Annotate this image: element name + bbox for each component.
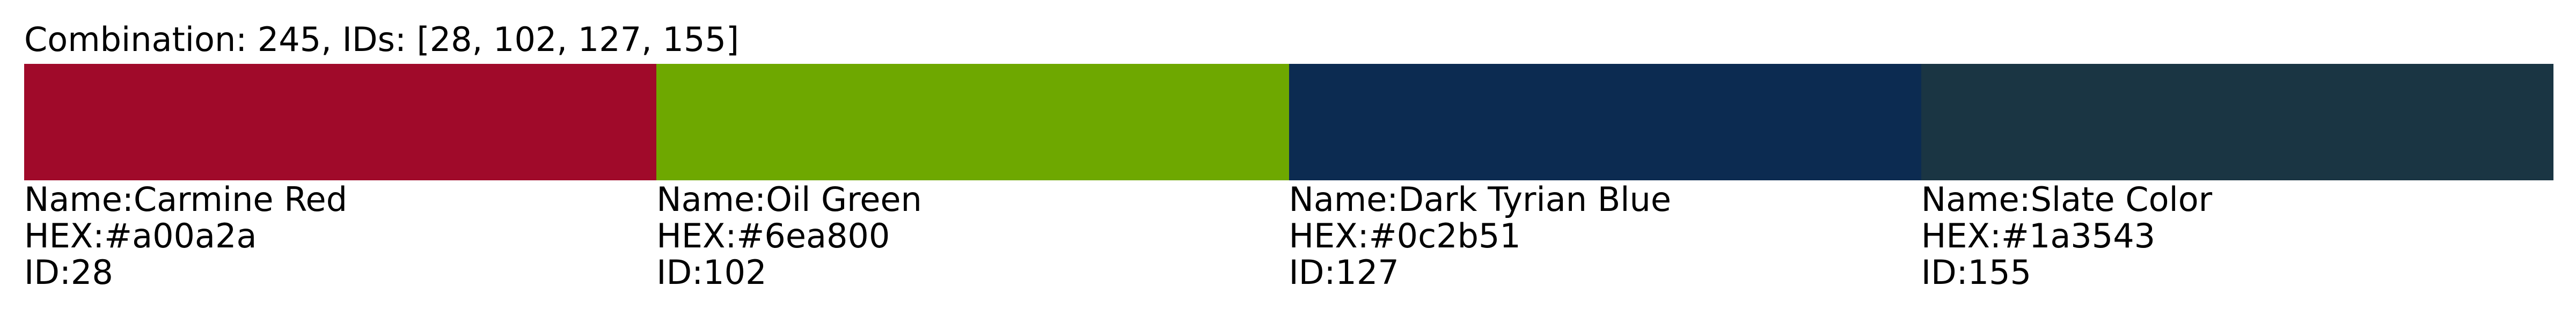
hex-label: HEX: xyxy=(1921,216,2001,255)
title-ids-label: , IDs: xyxy=(321,20,417,59)
color-id-value: 127 xyxy=(1335,253,1399,292)
color-id-value: 155 xyxy=(1967,253,2032,292)
color-id-line: ID: 102 xyxy=(656,254,1289,291)
color-info-1: Name: Carmine Red HEX: #a00a2a ID: 28 xyxy=(24,181,656,291)
name-label: Name: xyxy=(1921,180,2031,219)
title-ids-list: [28, 102, 127, 155] xyxy=(416,20,740,59)
title-prefix: Combination: xyxy=(24,20,258,59)
color-labels: Name: Carmine Red HEX: #a00a2a ID: 28 Na… xyxy=(24,181,2553,291)
hex-label: HEX: xyxy=(656,216,737,255)
id-label: ID: xyxy=(24,253,71,292)
color-name-line: Name: Oil Green xyxy=(656,181,1289,218)
color-swatch-1 xyxy=(24,64,657,180)
color-info-2: Name: Oil Green HEX: #6ea800 ID: 102 xyxy=(656,181,1289,291)
color-swatch-4 xyxy=(1921,64,2553,180)
color-hex-value: #a00a2a xyxy=(104,216,257,255)
color-info-4: Name: Slate Color HEX: #1a3543 ID: 155 xyxy=(1921,181,2553,291)
name-label: Name: xyxy=(656,180,766,219)
color-hex-line: HEX: #0c2b51 xyxy=(1289,218,1921,254)
color-hex-value: #0c2b51 xyxy=(1368,216,1521,255)
color-name-value: Oil Green xyxy=(766,180,922,219)
id-label: ID: xyxy=(656,253,704,292)
color-hex-value: #1a3543 xyxy=(2001,216,2156,255)
color-id-line: ID: 28 xyxy=(24,254,656,291)
id-label: ID: xyxy=(1289,253,1336,292)
color-hex-line: HEX: #a00a2a xyxy=(24,218,656,254)
color-name-value: Carmine Red xyxy=(133,180,348,219)
swatch-row xyxy=(24,64,2553,180)
combination-title: Combination: 245, IDs: [28, 102, 127, 15… xyxy=(24,19,739,60)
color-id-value: 28 xyxy=(70,253,113,292)
color-name-line: Name: Dark Tyrian Blue xyxy=(1289,181,1921,218)
color-id-line: ID: 155 xyxy=(1921,254,2553,291)
combination-number: 245 xyxy=(257,20,321,59)
color-hex-line: HEX: #1a3543 xyxy=(1921,218,2553,254)
color-id-value: 102 xyxy=(703,253,767,292)
color-hex-line: HEX: #6ea800 xyxy=(656,218,1289,254)
color-name-value: Dark Tyrian Blue xyxy=(1398,180,1671,219)
color-swatch-2 xyxy=(656,64,1289,180)
color-name-line: Name: Slate Color xyxy=(1921,181,2553,218)
color-name-line: Name: Carmine Red xyxy=(24,181,656,218)
id-label: ID: xyxy=(1921,253,1968,292)
color-hex-value: #6ea800 xyxy=(736,216,890,255)
hex-label: HEX: xyxy=(24,216,105,255)
color-swatch-3 xyxy=(1289,64,1921,180)
color-info-3: Name: Dark Tyrian Blue HEX: #0c2b51 ID: … xyxy=(1289,181,1921,291)
color-id-line: ID: 127 xyxy=(1289,254,1921,291)
name-label: Name: xyxy=(1289,180,1399,219)
hex-label: HEX: xyxy=(1289,216,1369,255)
name-label: Name: xyxy=(24,180,134,219)
color-name-value: Slate Color xyxy=(2030,180,2213,219)
